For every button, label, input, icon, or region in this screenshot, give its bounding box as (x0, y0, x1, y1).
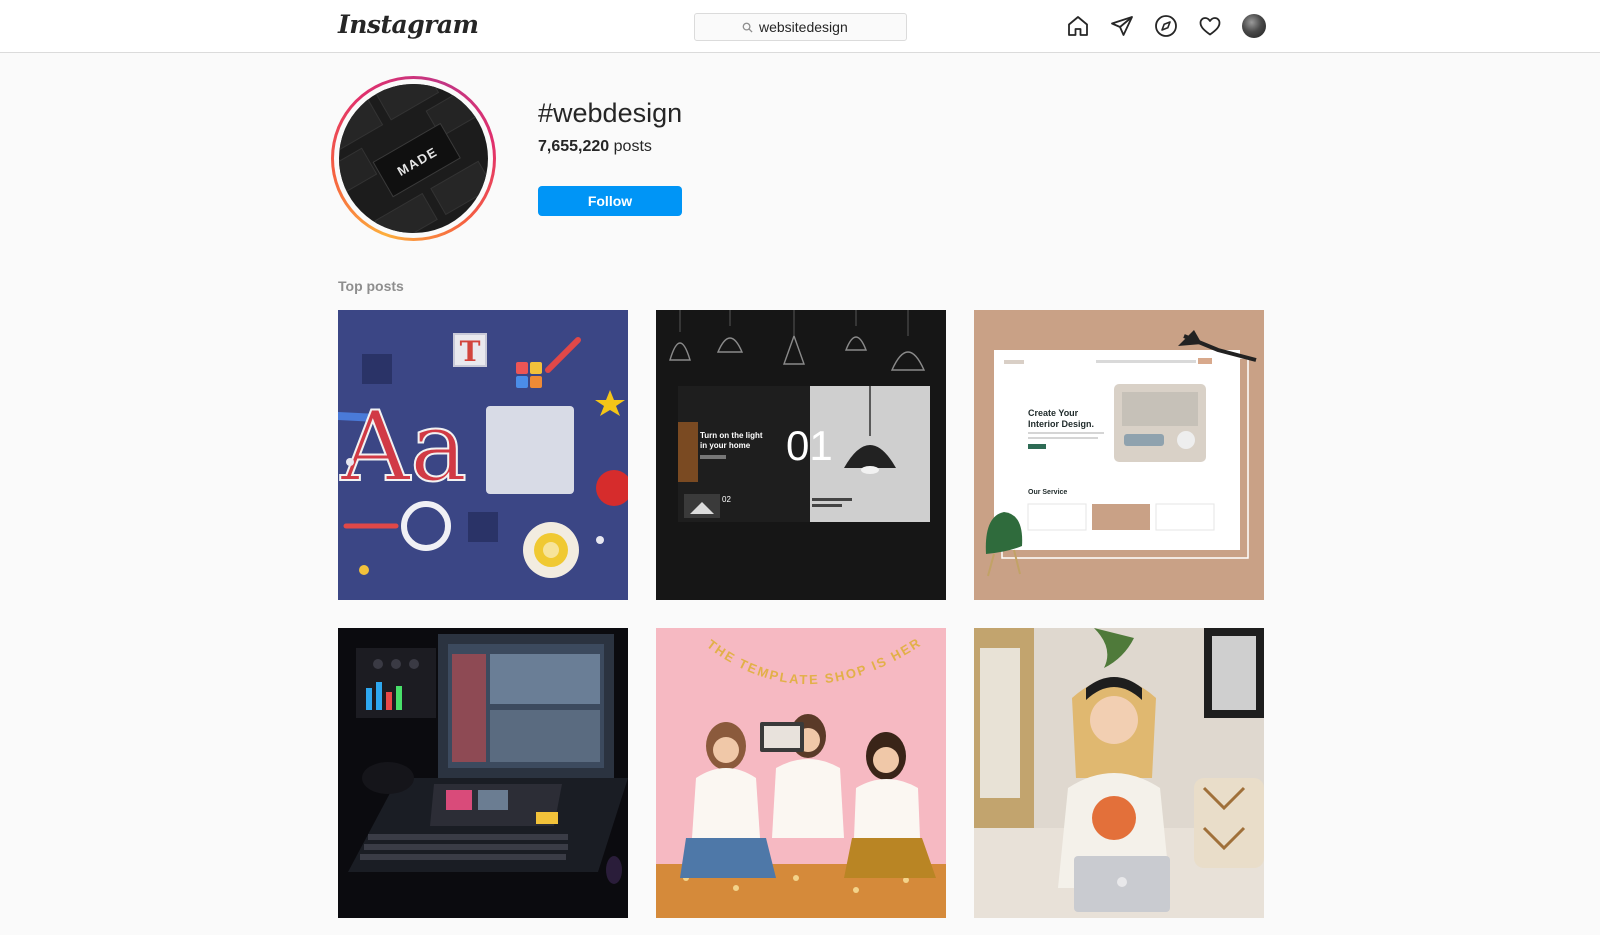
direct-send-icon[interactable] (1109, 13, 1135, 39)
posts-count: 7,655,220 posts (538, 138, 652, 156)
post-mini-letter: T (460, 335, 481, 368)
instagram-logo[interactable]: Instagram (338, 10, 479, 39)
home-icon[interactable] (1065, 13, 1091, 39)
top-posts-title: Top posts (338, 278, 404, 294)
profile-avatar[interactable] (1241, 13, 1267, 39)
avatar (1242, 14, 1266, 38)
explore-compass-icon[interactable] (1153, 13, 1179, 39)
post-big-number: 01 (786, 422, 833, 469)
post-big-letters: Aa (340, 391, 468, 503)
post-thumbnail[interactable] (974, 628, 1264, 918)
post-thumbnail[interactable]: Turn on the light in your home 01 02 (656, 310, 946, 600)
search-box[interactable] (694, 13, 907, 41)
search-icon (742, 22, 753, 33)
hashtag-title: #webdesign (538, 98, 683, 128)
activity-heart-icon[interactable] (1197, 13, 1223, 39)
post-small-number: 02 (722, 495, 731, 504)
post-headline: Turn on the light (700, 431, 763, 440)
follow-button[interactable]: Follow (538, 186, 682, 216)
post-section-title: Our Service (1028, 489, 1067, 496)
post-headline: Interior Design. (1028, 419, 1094, 429)
top-navigation-bar: Instagram (0, 0, 1600, 53)
post-headline: Create Your (1028, 408, 1079, 418)
nav-icon-group (1065, 13, 1267, 39)
hashtag-profile-ring: MADE (331, 76, 496, 241)
top-posts-grid: T Aa Turn on the light in your home 01 0… (338, 310, 1264, 918)
hashtag-profile-image: MADE (339, 84, 488, 233)
posts-number: 7,655,220 (538, 138, 610, 155)
post-thumbnail[interactable]: T Aa (338, 310, 628, 600)
post-headline: in your home (700, 441, 751, 450)
post-thumbnail[interactable]: Create Your Interior Design. Our Service (974, 310, 1264, 600)
post-thumbnail[interactable]: THE TEMPLATE SHOP IS HERE (656, 628, 946, 918)
post-thumbnail[interactable] (338, 628, 628, 918)
posts-label: posts (613, 138, 652, 155)
search-input[interactable] (759, 19, 859, 35)
